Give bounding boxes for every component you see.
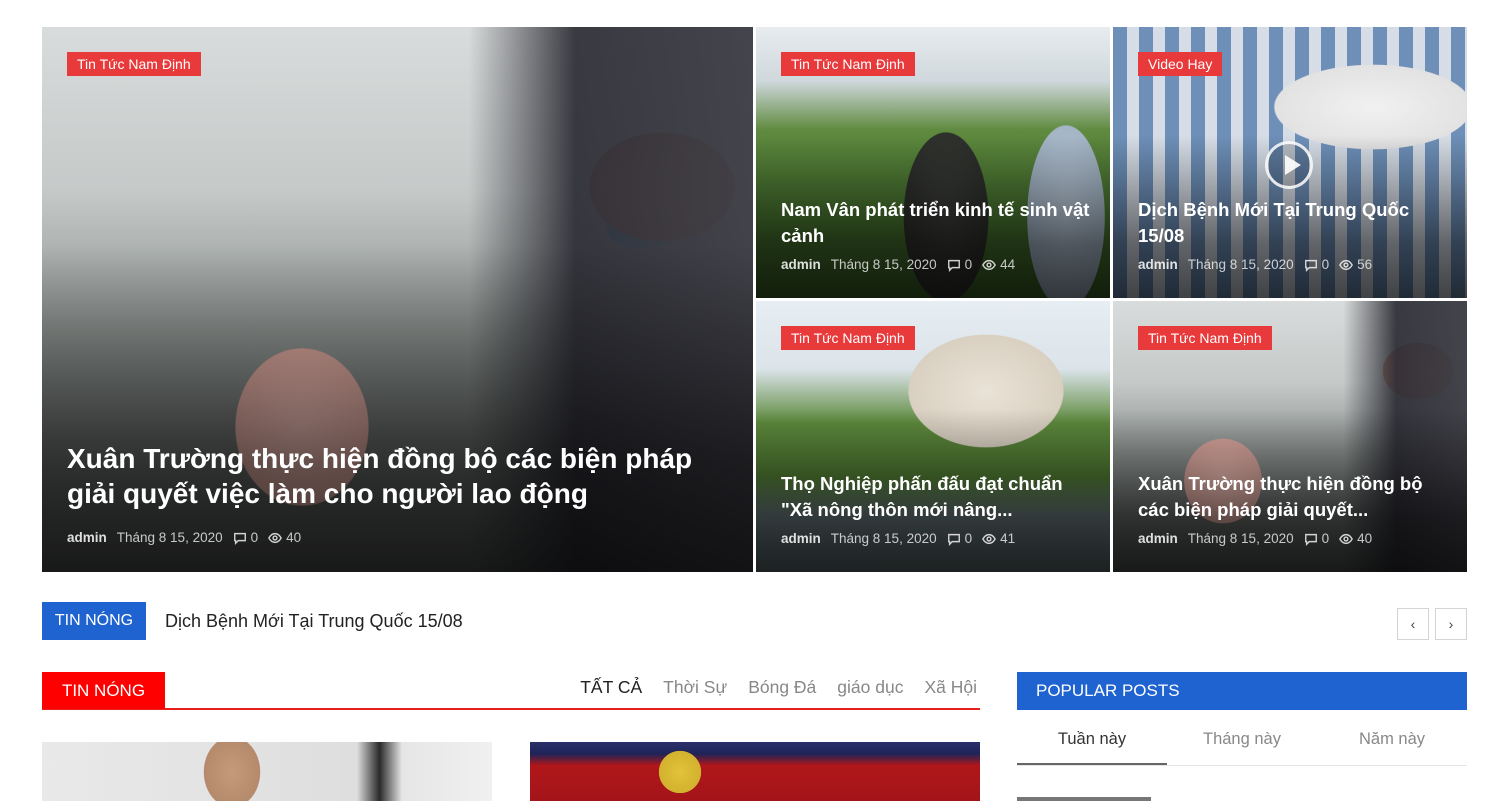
featured-video-post[interactable]: Video Hay Dịch Bệnh Mới Tại Trung Quốc 1… (1113, 27, 1467, 298)
tab-all[interactable]: TẤT CẢ (580, 677, 642, 698)
post-title[interactable]: Nam Vân phát triển kinh tế sinh vật cảnh (781, 197, 1090, 249)
post-author[interactable]: admin (1138, 531, 1178, 546)
section-tabs: TẤT CẢ Thời Sự Bóng Đá giáo dục Xã Hội (580, 677, 977, 698)
tab-xa-hoi[interactable]: Xã Hội (924, 677, 977, 698)
comment-icon (947, 533, 960, 546)
view-count: 40 (286, 530, 302, 545)
post-meta: admin Tháng 8 15, 2020 0 56 (1138, 257, 1372, 272)
view-count: 41 (1000, 531, 1016, 546)
ticker-next-button[interactable]: › (1435, 608, 1467, 640)
featured-post-main[interactable]: Tin Tức Nam Định Xuân Trường thực hiện đ… (42, 27, 753, 572)
play-icon[interactable] (1265, 141, 1313, 189)
post-date: Tháng 8 15, 2020 (830, 257, 937, 272)
comment-count: 0 (964, 531, 973, 546)
hero-grid: Tin Tức Nam Định Xuân Trường thực hiện đ… (42, 27, 1467, 572)
post-meta: admin Tháng 8 15, 2020 0 44 (781, 257, 1015, 272)
featured-post[interactable]: Tin Tức Nam Định Thọ Nghiệp phấn đấu đạt… (756, 301, 1110, 572)
post-date: Tháng 8 15, 2020 (830, 531, 937, 546)
post-thumbnail[interactable] (42, 742, 492, 801)
post-author[interactable]: admin (67, 530, 107, 545)
comment-count: 0 (964, 257, 973, 272)
post-author[interactable]: admin (781, 257, 821, 272)
section-header: TIN NÓNG TẤT CẢ Thời Sự Bóng Đá giáo dục… (42, 672, 980, 710)
category-badge[interactable]: Tin Tức Nam Định (781, 326, 915, 350)
breaking-news-label: TIN NÓNG (42, 602, 146, 640)
popular-posts-title: POPULAR POSTS (1017, 672, 1467, 710)
comment-icon (1304, 259, 1317, 272)
chevron-right-icon: › (1448, 616, 1454, 632)
post-thumbnail[interactable] (530, 742, 980, 801)
tab-this-week[interactable]: Tuần này (1017, 716, 1167, 765)
eye-icon (1339, 533, 1354, 544)
ticker-prev-button[interactable]: ‹ (1397, 608, 1429, 640)
section-title: TIN NÓNG (42, 672, 165, 709)
category-badge[interactable]: Tin Tức Nam Định (781, 52, 915, 76)
post-author[interactable]: admin (781, 531, 821, 546)
comment-count: 0 (1321, 531, 1330, 546)
popular-post-thumbnail[interactable] (1017, 797, 1151, 801)
comment-count: 0 (250, 530, 259, 545)
post-meta: admin Tháng 8 15, 2020 0 41 (781, 531, 1015, 546)
view-count: 44 (1000, 257, 1016, 272)
view-count: 40 (1357, 531, 1373, 546)
eye-icon (982, 533, 997, 544)
comment-icon (233, 532, 246, 545)
post-title[interactable]: Thọ Nghiệp phấn đấu đạt chuẩn "Xã nông t… (781, 471, 1090, 523)
post-author[interactable]: admin (1138, 257, 1178, 272)
featured-post[interactable]: Tin Tức Nam Định Xuân Trường thực hiện đ… (1113, 301, 1467, 572)
tab-this-year[interactable]: Năm này (1317, 716, 1467, 765)
category-badge[interactable]: Tin Tức Nam Định (1138, 326, 1272, 350)
post-meta: admin Tháng 8 15, 2020 0 40 (1138, 531, 1372, 546)
eye-icon (1339, 259, 1354, 270)
category-badge[interactable]: Video Hay (1138, 52, 1223, 76)
post-title[interactable]: Xuân Trường thực hiện đồng bộ các biện p… (1138, 471, 1447, 523)
post-meta: admin Tháng 8 15, 2020 0 40 (67, 530, 301, 545)
post-title[interactable]: Dịch Bệnh Mới Tại Trung Quốc 15/08 (1138, 197, 1447, 249)
eye-icon (982, 259, 997, 270)
view-count: 56 (1357, 257, 1373, 272)
tab-thoi-su[interactable]: Thời Sự (663, 677, 727, 698)
post-date: Tháng 8 15, 2020 (116, 530, 223, 545)
post-date: Tháng 8 15, 2020 (1187, 531, 1294, 546)
tab-bong-da[interactable]: Bóng Đá (748, 677, 816, 698)
eye-icon (268, 532, 283, 543)
comment-icon (947, 259, 960, 272)
post-title[interactable]: Xuân Trường thực hiện đồng bộ các biện p… (67, 441, 733, 511)
popular-posts-tabs: Tuần này Tháng này Năm này (1017, 716, 1467, 766)
featured-post[interactable]: Tin Tức Nam Định Nam Vân phát triển kinh… (756, 27, 1110, 298)
tab-this-month[interactable]: Tháng này (1167, 716, 1317, 765)
tab-giao-duc[interactable]: giáo dục (837, 677, 903, 698)
breaking-news-headline[interactable]: Dịch Bệnh Mới Tại Trung Quốc 15/08 (165, 611, 463, 632)
post-date: Tháng 8 15, 2020 (1187, 257, 1294, 272)
comment-count: 0 (1321, 257, 1330, 272)
comment-icon (1304, 533, 1317, 546)
chevron-left-icon: ‹ (1410, 616, 1416, 632)
category-badge[interactable]: Tin Tức Nam Định (67, 52, 201, 76)
